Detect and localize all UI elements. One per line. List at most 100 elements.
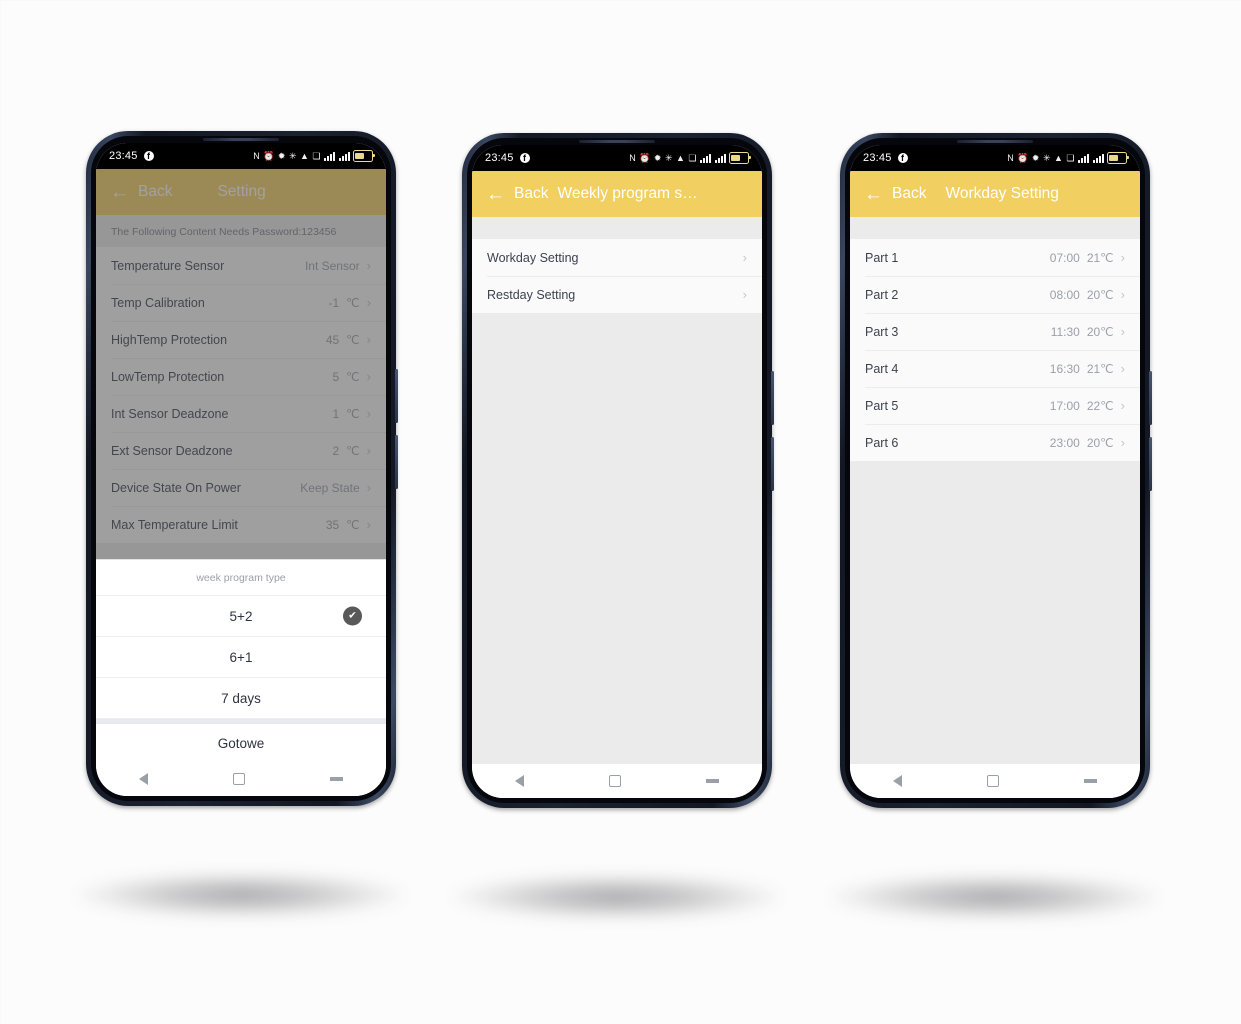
chevron-right-icon: › (1120, 361, 1125, 376)
sheet-option-5-2[interactable]: 5+2 ✔ (96, 596, 386, 637)
volume-button[interactable] (771, 437, 774, 491)
page-title: Setting (217, 183, 266, 200)
table-row[interactable]: Int Sensor Deadzone 1 ℃ › (96, 395, 386, 432)
chevron-right-icon: › (1120, 250, 1125, 265)
list-item[interactable]: Restday Setting › (472, 276, 762, 313)
sheet-option-6-1[interactable]: 6+1 (96, 637, 386, 678)
row-label: Workday Setting (487, 250, 579, 265)
battery-icon (1107, 152, 1129, 164)
table-row[interactable]: Device State On Power Keep State › (96, 469, 386, 506)
android-nav-bar (472, 764, 762, 798)
alarm-icon: ⏰ (639, 152, 651, 163)
nav-recents-icon[interactable] (330, 776, 344, 782)
back-button-label[interactable]: Back (892, 185, 926, 203)
table-row[interactable]: LowTemp Protection 5 ℃ › (96, 358, 386, 395)
nav-back-icon[interactable] (892, 775, 902, 787)
power-button[interactable] (771, 371, 774, 425)
earpiece-speaker (579, 140, 655, 143)
row-unit: ℃ (346, 295, 360, 310)
nav-back-icon[interactable] (138, 773, 148, 785)
phone-device-2: 23:45 f N ⏰ ✹ ✳ ▲ ❏ ← Back Weekly progra… (462, 133, 774, 808)
row-label: Int Sensor Deadzone (111, 406, 229, 421)
location-off-icon: ✹ (277, 150, 286, 161)
vpn-key-icon: ❏ (312, 150, 321, 161)
sheet-option-7-days[interactable]: 7 days (96, 678, 386, 719)
nav-recents-icon[interactable] (1084, 778, 1098, 784)
battery-icon (729, 152, 751, 164)
vpn-key-icon: ❏ (688, 152, 697, 163)
row-time: 11:30 (1050, 324, 1080, 339)
table-row[interactable]: Temperature Sensor Int Sensor › (96, 247, 386, 284)
table-row[interactable]: Part 5 17:00 22℃ › (850, 387, 1140, 424)
table-row[interactable]: Part 6 23:00 20℃ › (850, 424, 1140, 461)
volume-button[interactable] (1149, 437, 1152, 491)
table-row[interactable]: Max Temperature Limit 35 ℃ › (96, 506, 386, 543)
row-unit: ℃ (346, 332, 360, 347)
row-temp: 20℃ (1086, 324, 1114, 339)
nfc-icon: N (253, 150, 260, 161)
done-button[interactable]: Gotowe (96, 724, 386, 762)
row-value: Int Sensor (304, 258, 360, 273)
sheet-option-label: 5+2 (229, 608, 253, 624)
row-label: Part 6 (865, 435, 899, 450)
arrow-left-icon[interactable]: ← (486, 185, 505, 204)
row-temp: 20℃ (1086, 287, 1114, 302)
signal-1-icon (1078, 153, 1089, 163)
status-bar-right: N ⏰ ✹ ✳ ▲ ❏ (253, 150, 375, 162)
table-row[interactable]: Part 4 16:30 21℃ › (850, 350, 1140, 387)
nav-home-icon[interactable] (232, 773, 245, 785)
top-spacer (850, 217, 1140, 239)
row-label: Max Temperature Limit (111, 517, 238, 532)
status-bar-left: 23:45 f (485, 152, 530, 164)
nav-recents-icon[interactable] (706, 778, 720, 784)
phone-bezel: 23:45 f N ⏰ ✹ ✳ ▲ ❏ ← Back Workday Setti… (845, 138, 1145, 803)
top-spacer (472, 217, 762, 239)
wifi-icon: ▲ (300, 150, 309, 161)
chevron-right-icon: › (366, 369, 371, 384)
row-value: -1 (328, 295, 340, 310)
row-label: Part 3 (865, 324, 899, 339)
status-bar: 23:45 f N ⏰ ✹ ✳ ▲ ❏ (850, 145, 1140, 171)
row-label: Device State On Power (111, 480, 241, 495)
list-item[interactable]: Workday Setting › (472, 239, 762, 276)
nav-back-icon[interactable] (514, 775, 524, 787)
table-row[interactable]: HighTemp Protection 45 ℃ › (96, 321, 386, 358)
table-row[interactable]: Ext Sensor Deadzone 2 ℃ › (96, 432, 386, 469)
bluetooth-icon: ✳ (288, 150, 297, 161)
power-button[interactable] (1149, 371, 1152, 425)
android-nav-bar (96, 762, 386, 796)
earpiece-speaker (957, 140, 1033, 143)
row-time: 08:00 (1049, 287, 1080, 302)
row-time: 07:00 (1049, 250, 1080, 265)
table-row[interactable]: Temp Calibration -1 ℃ › (96, 284, 386, 321)
nfc-icon: N (1007, 152, 1014, 163)
arrow-left-icon[interactable]: ← (864, 185, 883, 204)
table-row[interactable]: Part 3 11:30 20℃ › (850, 313, 1140, 350)
facebook-icon: f (897, 153, 908, 163)
nav-home-icon[interactable] (608, 775, 621, 787)
weekly-program-list: Workday Setting › Restday Setting › (472, 239, 762, 313)
alarm-icon: ⏰ (1017, 152, 1029, 163)
row-temp: 22℃ (1086, 398, 1114, 413)
arrow-left-icon[interactable]: ← (110, 183, 129, 202)
back-button-label[interactable]: Back (514, 185, 548, 203)
signal-2-icon (1092, 153, 1104, 163)
facebook-icon: f (519, 153, 530, 163)
signal-2-icon (714, 153, 726, 163)
nav-home-icon[interactable] (986, 775, 999, 787)
sheet-option-label: 7 days (221, 690, 261, 706)
chevron-right-icon: › (1120, 435, 1125, 450)
table-row[interactable]: Part 2 08:00 20℃ › (850, 276, 1140, 313)
row-temp: 21℃ (1086, 250, 1114, 265)
row-unit: ℃ (346, 443, 360, 458)
power-button[interactable] (395, 369, 398, 423)
row-temp: 21℃ (1086, 361, 1114, 376)
back-button-label[interactable]: Back (138, 183, 172, 201)
phone-shadow (76, 872, 406, 918)
volume-button[interactable] (395, 435, 398, 489)
status-bar: 23:45 f N ⏰ ✹ ✳ ▲ ❏ (96, 143, 386, 169)
phone-screen-3: 23:45 f N ⏰ ✹ ✳ ▲ ❏ ← Back Workday Setti… (850, 145, 1140, 798)
row-label: Part 4 (865, 361, 899, 376)
row-label: HighTemp Protection (111, 332, 228, 347)
table-row[interactable]: Part 1 07:00 21℃ › (850, 239, 1140, 276)
